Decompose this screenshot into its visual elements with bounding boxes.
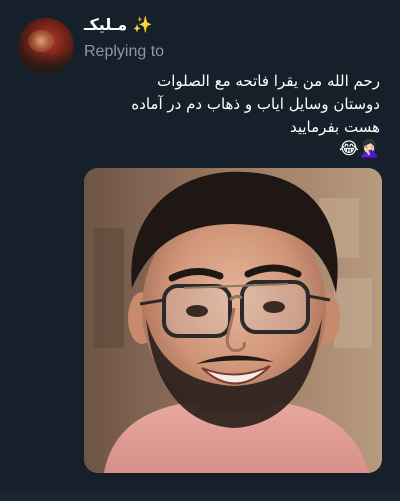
emoji-line: 😂🤦🏻‍♀️ [338, 139, 380, 159]
tweet-text: رحم الله من یقرا فاتحه مع الصلوات دوستان… [80, 70, 380, 139]
avatar[interactable] [18, 18, 74, 74]
tweet-photo[interactable] [84, 168, 382, 473]
tweet-text-line: هست بفرمایید [289, 118, 380, 136]
display-name[interactable]: مـلیکـ ✨ [84, 15, 153, 34]
tweet-card[interactable]: مـلیکـ ✨ Replying to رحم الله من یقرا فا… [0, 0, 400, 501]
next-tweet-edge [0, 488, 400, 501]
replying-to-label: Replying to [84, 43, 165, 60]
tweet-text-line: دوستان وسایل ایاب و ذهاب دم در آماده [131, 95, 380, 113]
tweet-text-line: رحم الله من یقرا فاتحه مع الصلوات [157, 72, 380, 90]
avatar-shadow [18, 52, 74, 74]
avatar-highlight [28, 30, 54, 52]
photo-illustration [84, 168, 382, 473]
